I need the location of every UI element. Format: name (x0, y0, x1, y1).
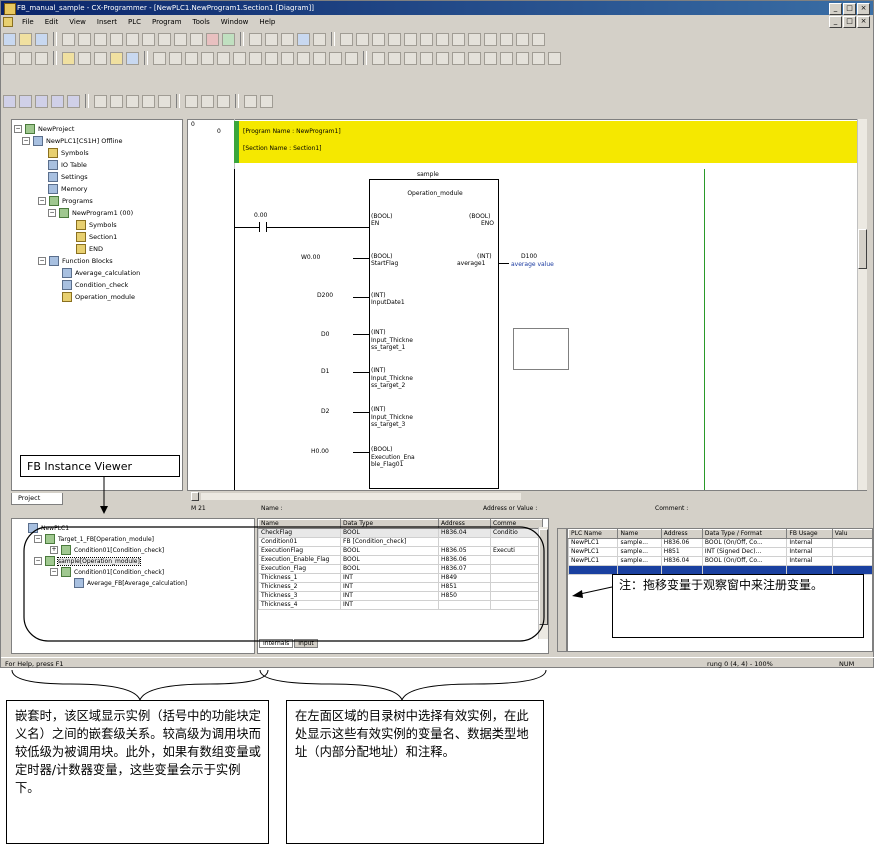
viewer-outline (23, 526, 545, 642)
watch-note: 注：拖移变量于观察窗中来注册变量。 (612, 574, 864, 638)
callout-arrow-head (100, 506, 108, 514)
right-annotation: 在左面区域的目录树中选择有效实例，在此处显示这些有效实例的变量名、数据类型地址（… (286, 700, 544, 844)
note-arrow-head (572, 590, 583, 598)
fb-instance-viewer-callout: FB Instance Viewer (20, 455, 180, 477)
note-arrow-line (579, 586, 613, 595)
right-brace (259, 669, 547, 702)
left-brace (11, 669, 269, 702)
left-annotation: 嵌套时，该区域显示实例（括号中的功能块定义名）之间的嵌套级关系。较高级为调用块而… (6, 700, 269, 844)
